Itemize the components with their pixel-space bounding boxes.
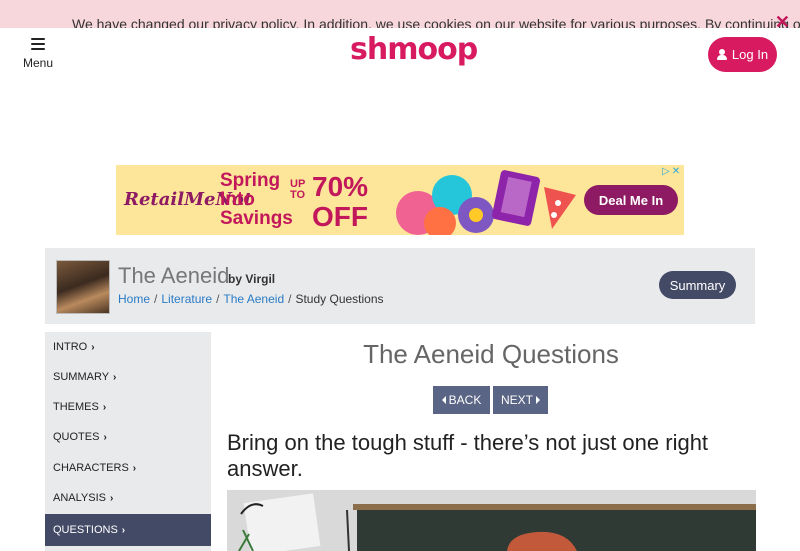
sidebar-item-quotes[interactable]: QUOTES › — [45, 422, 211, 452]
privacy-banner-text: We have changed our privacy policy. In a… — [72, 16, 800, 28]
sidebar-item-questions[interactable]: QUESTIONS › — [45, 514, 211, 546]
chevron-right-icon: › — [132, 462, 137, 474]
breadcrumb-separator: / — [288, 292, 292, 306]
back-button[interactable]: BACK — [433, 386, 490, 414]
sidebar-item-intro[interactable]: INTRO › — [45, 332, 211, 362]
ad-headline: Spring Into Savings — [220, 171, 293, 228]
hero-illustration — [227, 490, 756, 551]
sidebar-item-label: QUOTES — [53, 431, 100, 443]
login-label: Log In — [731, 47, 769, 62]
menu-label: Menu — [22, 56, 54, 70]
back-label: BACK — [448, 393, 482, 407]
caret-left-icon — [441, 396, 446, 404]
breadcrumb-home[interactable]: Home — [118, 292, 150, 306]
sidebar-item-label: INTRO — [53, 341, 88, 353]
ad-close-icon: ✕ — [671, 166, 681, 177]
privacy-banner: We have changed our privacy policy. In a… — [0, 0, 800, 28]
ad-info-icon: ▷ — [662, 166, 670, 177]
sidebar-item-label: THEMES — [53, 401, 99, 413]
breadcrumb-current: Study Questions — [295, 292, 384, 306]
chevron-right-icon: › — [113, 371, 117, 383]
book-header-panel: The Aeneid by Virgil Home / Literature / T… — [45, 248, 755, 324]
site-header: Menu shmoop Log In — [0, 28, 800, 86]
book-author: by Virgil — [228, 272, 276, 286]
sidebar-item-summary[interactable]: SUMMARY › — [45, 362, 211, 392]
book-title: The Aeneid — [118, 263, 230, 288]
menu-button[interactable]: Menu — [18, 38, 58, 72]
breadcrumb-separator: / — [216, 292, 220, 306]
summary-button[interactable]: Summary — [659, 271, 736, 299]
sidebar-item-label: CHARACTERS — [53, 462, 129, 474]
login-button[interactable]: Log In — [708, 37, 777, 72]
sidebar-item-label: QUESTIONS — [53, 524, 118, 536]
next-label: NEXT — [500, 393, 533, 407]
chevron-right-icon: › — [103, 431, 107, 443]
ad-up-to: UP TO — [290, 179, 305, 201]
breadcrumb-separator: / — [154, 292, 158, 306]
sidebar-item-characters[interactable]: CHARACTERS › — [45, 453, 211, 483]
chevron-right-icon: › — [91, 341, 95, 353]
close-icon[interactable]: ✕ — [775, 12, 790, 28]
caret-right-icon — [536, 396, 540, 404]
sidebar-item-themes[interactable]: THEMES › — [45, 392, 211, 422]
ad-headline-line: Into — [220, 189, 255, 210]
shmoop-logo[interactable]: shmoop — [350, 32, 478, 67]
advertisement-banner[interactable]: RetailMeNot Spring Into Savings UP TO 70… — [116, 165, 684, 235]
sidebar-item-label: ANALYSIS — [53, 492, 106, 504]
breadcrumb: Home / Literature / The Aeneid / Study Ques… — [118, 292, 384, 306]
hero-illustration-art — [227, 490, 756, 551]
breadcrumb-literature[interactable]: Literature — [161, 292, 212, 306]
pagination-controls: BACK NEXT — [433, 386, 548, 414]
next-button[interactable]: NEXT — [493, 386, 548, 414]
hamburger-icon — [31, 38, 45, 50]
page-title: The Aeneid Questions — [363, 339, 619, 369]
ad-cta-button[interactable]: Deal Me In — [584, 185, 678, 215]
chevron-right-icon: › — [121, 524, 126, 536]
chevron-right-icon: › — [102, 401, 107, 413]
section-sidebar: INTRO › SUMMARY › THEMES › QUOTES › CHARACTE… — [45, 332, 211, 551]
ad-discount: 70% — [312, 171, 369, 202]
chevron-right-icon: › — [110, 492, 114, 504]
book-cover-image — [56, 260, 110, 314]
ad-illustration — [396, 170, 576, 235]
breadcrumb-book[interactable]: The Aeneid — [223, 292, 284, 306]
user-icon — [716, 49, 727, 60]
ad-up-to-line: TO — [290, 189, 306, 201]
ad-off: OFF — [312, 201, 368, 232]
ad-headline-line: Spring — [220, 170, 281, 191]
sidebar-item-analysis[interactable]: ANALYSIS › — [45, 483, 211, 513]
sidebar-item-label: SUMMARY — [53, 371, 110, 383]
ad-headline-line: Savings — [220, 208, 293, 229]
intro-heading: Bring on the tough stuff - there’s not j… — [227, 430, 709, 481]
ad-choices-icon[interactable]: ▷ ✕ — [662, 166, 682, 178]
